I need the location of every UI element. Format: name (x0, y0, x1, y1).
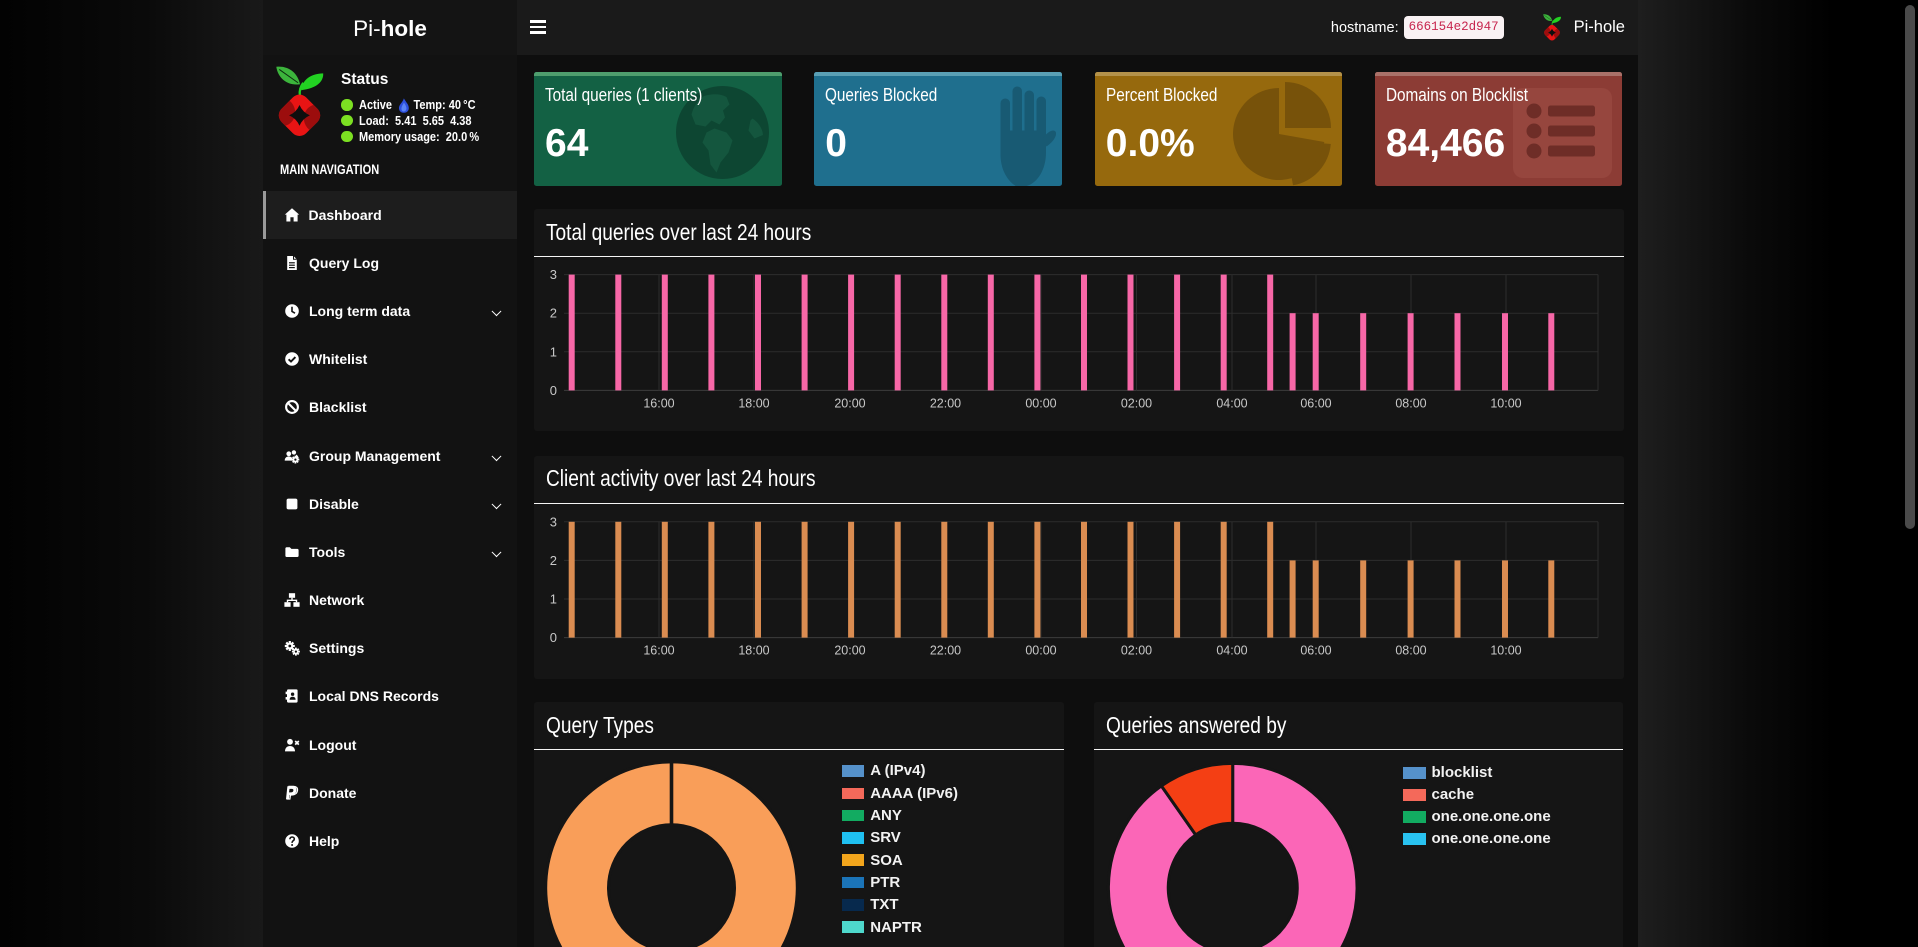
svg-text:10:00: 10:00 (1490, 396, 1521, 410)
svg-text:2: 2 (550, 306, 557, 321)
svg-text:08:00: 08:00 (1395, 396, 1426, 410)
svg-text:3: 3 (550, 514, 557, 529)
svg-text:02:00: 02:00 (1121, 643, 1152, 657)
svg-text:18:00: 18:00 (738, 396, 769, 410)
svg-text:08:00: 08:00 (1395, 643, 1426, 657)
svg-text:22:00: 22:00 (930, 396, 961, 410)
svg-text:3: 3 (550, 267, 557, 282)
svg-text:10:00: 10:00 (1490, 643, 1521, 657)
svg-text:16:00: 16:00 (643, 396, 674, 410)
svg-text:04:00: 04:00 (1216, 643, 1247, 657)
svg-text:0: 0 (550, 383, 557, 398)
svg-text:00:00: 00:00 (1025, 396, 1056, 410)
svg-text:04:00: 04:00 (1216, 396, 1247, 410)
svg-text:1: 1 (550, 344, 557, 359)
svg-text:00:00: 00:00 (1025, 643, 1056, 657)
svg-text:16:00: 16:00 (643, 643, 674, 657)
svg-text:06:00: 06:00 (1300, 643, 1331, 657)
svg-text:2: 2 (550, 553, 557, 568)
svg-text:0: 0 (550, 630, 557, 645)
svg-text:20:00: 20:00 (834, 396, 865, 410)
svg-text:1: 1 (550, 591, 557, 606)
svg-text:18:00: 18:00 (738, 643, 769, 657)
svg-text:20:00: 20:00 (834, 643, 865, 657)
svg-text:06:00: 06:00 (1300, 396, 1331, 410)
svg-text:02:00: 02:00 (1121, 396, 1152, 410)
svg-text:22:00: 22:00 (930, 643, 961, 657)
